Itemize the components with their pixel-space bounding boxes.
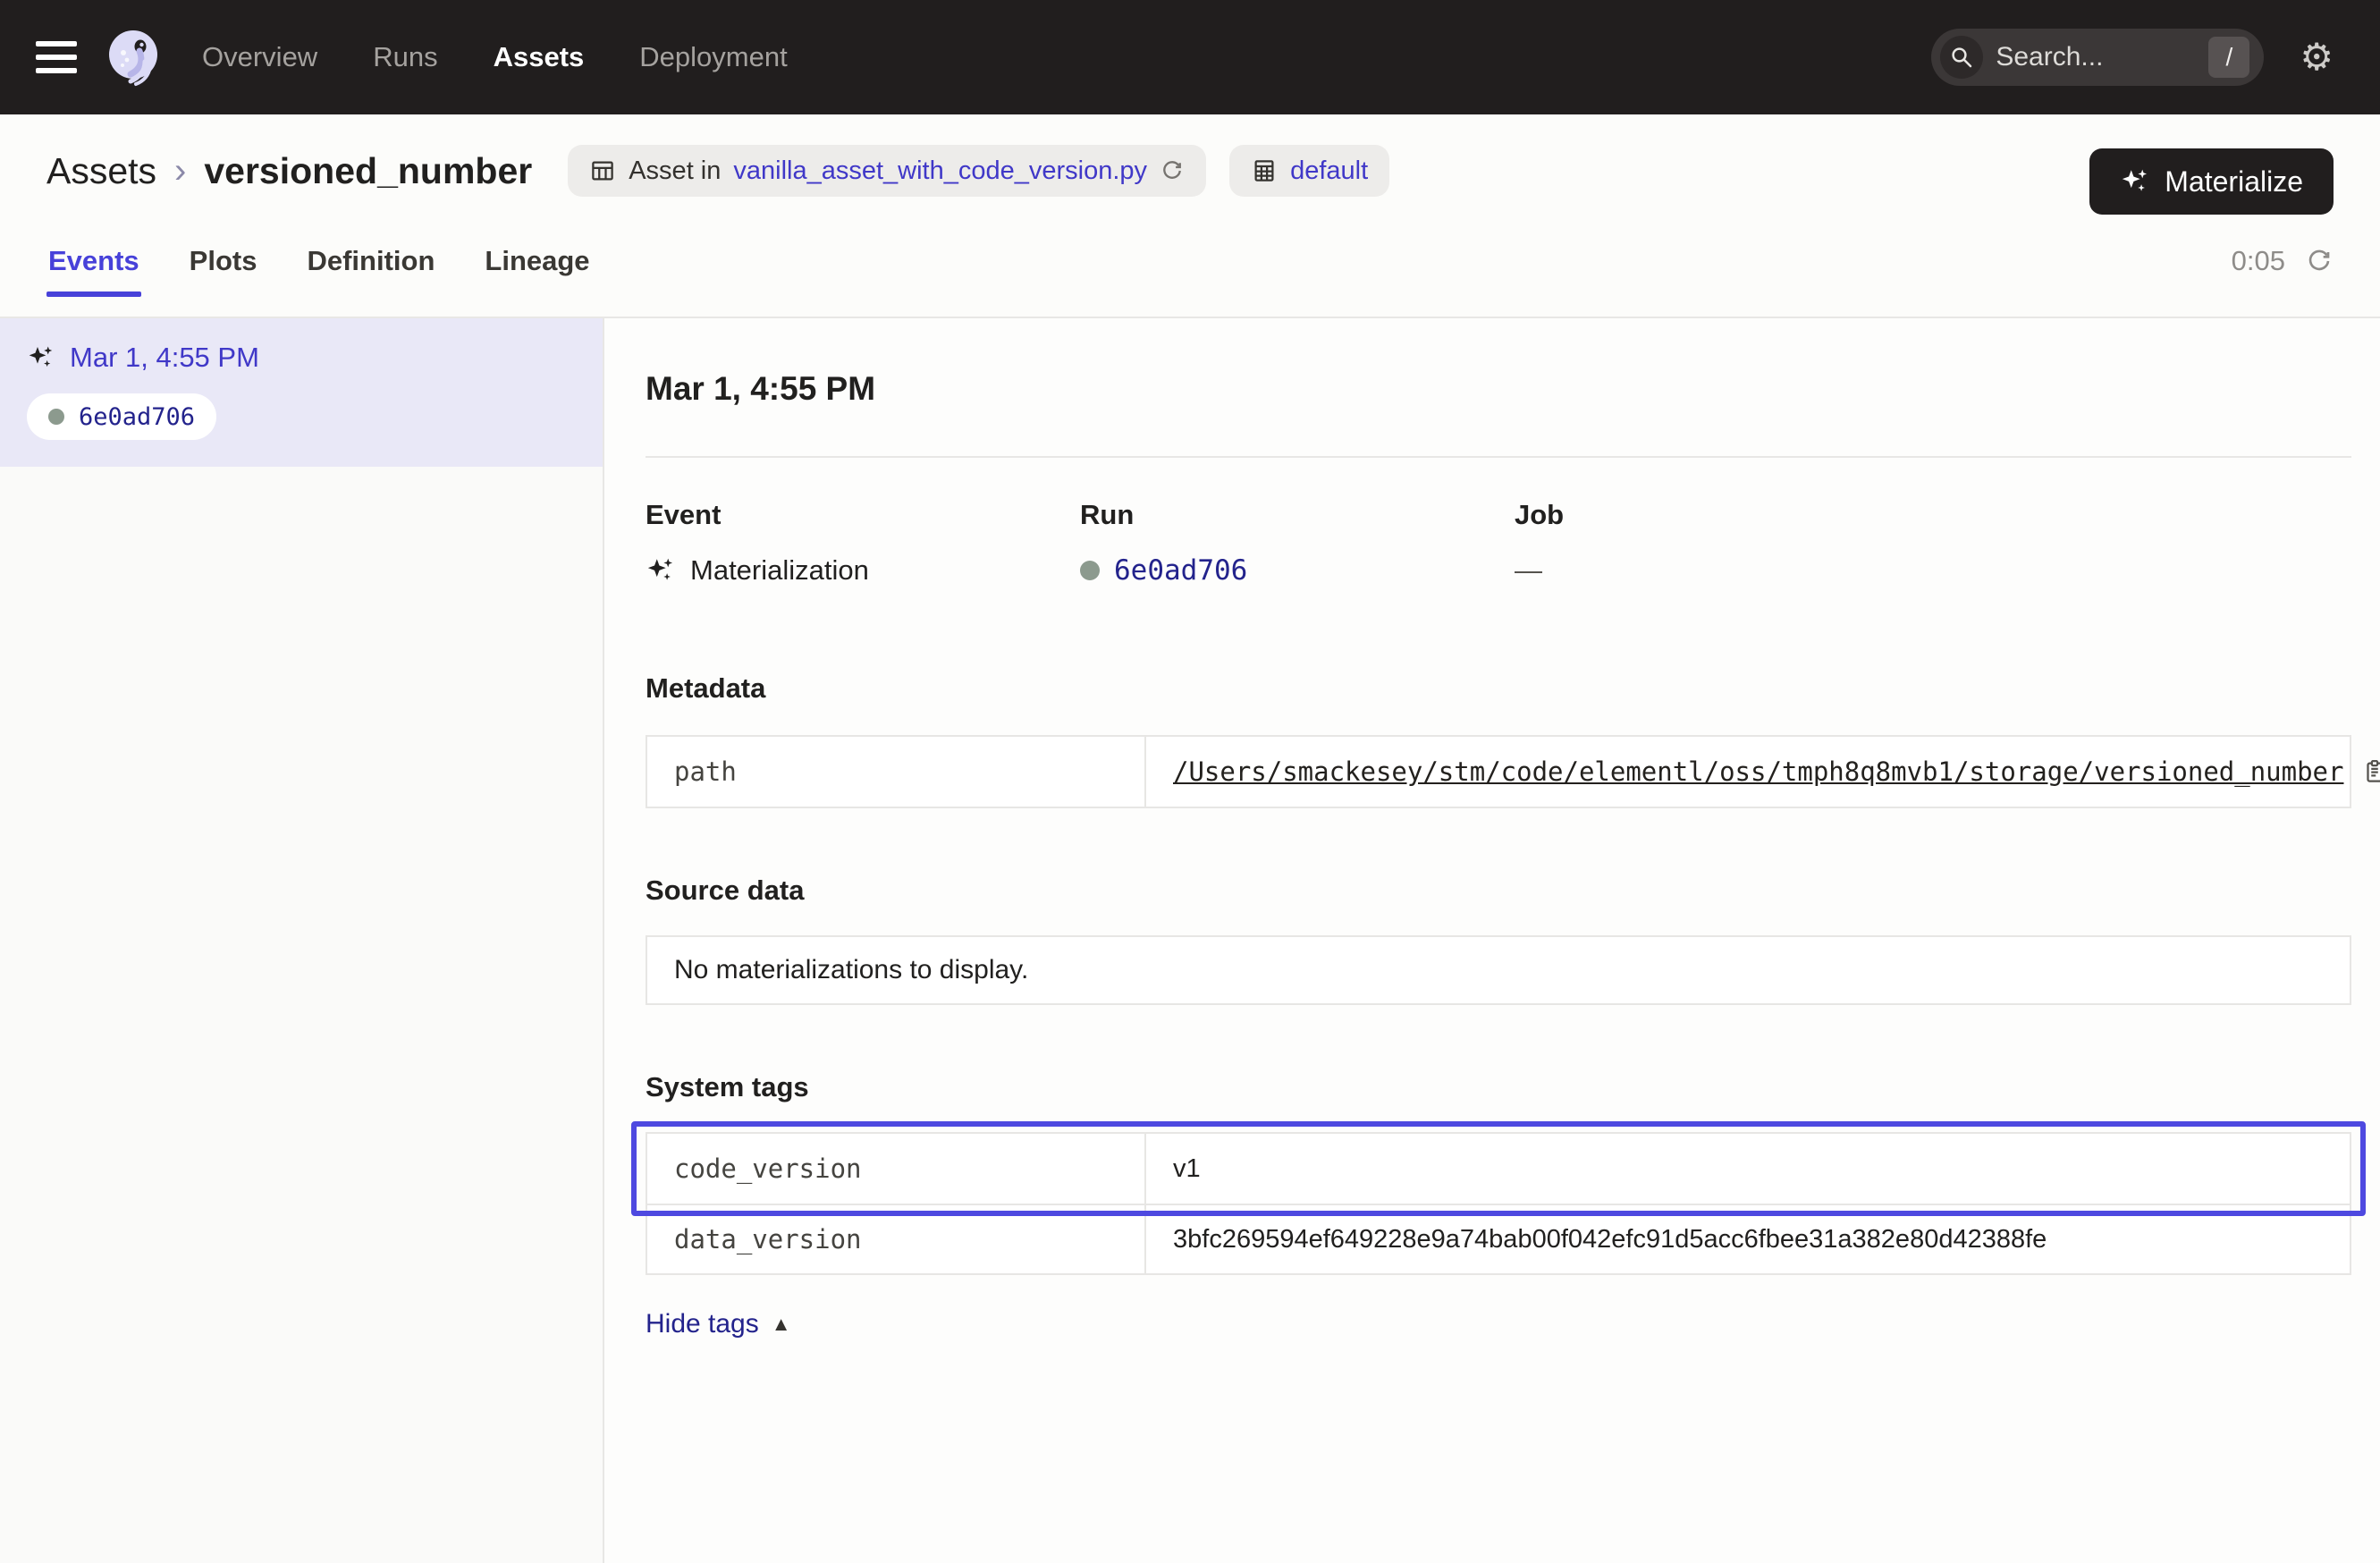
metadata-key: path <box>647 737 1146 807</box>
group-chip-label: default <box>1290 156 1368 186</box>
primary-nav: Overview Runs Assets Deployment <box>202 41 788 73</box>
breadcrumb: Assets › versioned_number <box>46 150 532 192</box>
divider <box>646 456 2351 458</box>
chevron-right-icon: › <box>174 151 186 191</box>
top-nav-bar: Overview Runs Assets Deployment / ⚙ <box>0 0 2380 114</box>
materialize-button-label: Materialize <box>2165 165 2303 199</box>
table-row-code-version: code_version v1 <box>647 1134 2350 1204</box>
run-id-link[interactable]: 6e0ad706 <box>1114 554 1247 587</box>
run-status-dot <box>48 409 64 425</box>
tab-lineage[interactable]: Lineage <box>483 227 591 295</box>
group-chip[interactable]: default <box>1229 145 1389 197</box>
tag-value: 3bfc269594ef649228e9a74bab00f042efc91d5a… <box>1173 1225 2047 1255</box>
event-list-item-selected[interactable]: Mar 1, 4:55 PM 6e0ad706 <box>0 318 603 467</box>
asset-file-link[interactable]: vanilla_asset_with_code_version.py <box>733 156 1147 186</box>
materialization-sparkle-icon <box>646 555 676 586</box>
metadata-title: Metadata <box>646 672 2351 705</box>
metadata-table: path /Users/smackesey/stm/code/elementl/… <box>646 735 2351 808</box>
system-tags-table: code_version v1 data_version 3bfc269594e… <box>646 1132 2351 1275</box>
search-shortcut-badge: / <box>2208 37 2249 78</box>
metadata-section: Metadata path /Users/smackesey/stm/code/… <box>646 672 2351 808</box>
nav-item-runs[interactable]: Runs <box>373 41 437 73</box>
sparkle-icon <box>2120 166 2150 197</box>
table-end-cell <box>2303 1205 2350 1273</box>
table-row: path /Users/smackesey/stm/code/elementl/… <box>647 737 2350 807</box>
tab-definition[interactable]: Definition <box>305 227 436 295</box>
job-empty-value: — <box>1515 554 1542 587</box>
tag-key: code_version <box>647 1134 1146 1204</box>
copy-to-clipboard-icon[interactable] <box>2361 758 2380 785</box>
asset-header: Assets › versioned_number Asset in vanil… <box>0 114 2380 318</box>
hamburger-menu-icon[interactable] <box>36 41 77 73</box>
table-grid-icon <box>589 157 616 184</box>
event-column-label: Event <box>646 499 1080 531</box>
event-list-sidebar: Mar 1, 4:55 PM 6e0ad706 <box>0 318 604 1563</box>
nav-item-overview[interactable]: Overview <box>202 41 317 73</box>
asset-chip-prefix: Asset in <box>629 156 721 186</box>
table-row-data-version: data_version 3bfc269594ef649228e9a74bab0… <box>647 1204 2350 1273</box>
run-status-dot <box>1080 561 1100 580</box>
nav-item-deployment[interactable]: Deployment <box>639 41 787 73</box>
job-column-label: Job <box>1515 499 2351 531</box>
refresh-countdown: 0:05 <box>2232 245 2285 277</box>
tab-events[interactable]: Events <box>46 227 141 295</box>
tag-key: data_version <box>647 1205 1146 1273</box>
source-data-empty-message: No materializations to display. <box>646 935 2351 1005</box>
caret-up-icon: ▲ <box>772 1313 791 1336</box>
breadcrumb-assets-link[interactable]: Assets <box>46 150 156 192</box>
search-box[interactable]: / <box>1931 29 2264 86</box>
group-grid-icon <box>1251 157 1278 184</box>
source-data-section: Source data No materializations to displ… <box>646 874 2351 1005</box>
search-input[interactable] <box>1996 42 2208 72</box>
run-id-badge-label: 6e0ad706 <box>79 403 195 431</box>
tag-value: v1 <box>1173 1154 1201 1184</box>
event-timestamp: Mar 1, 4:55 PM <box>70 342 259 374</box>
system-tags-title: System tags <box>646 1071 2351 1103</box>
job-column: Job — <box>1515 499 2351 587</box>
refresh-icon[interactable] <box>2305 247 2334 275</box>
event-detail-heading: Mar 1, 4:55 PM <box>646 370 2351 408</box>
search-icon <box>1940 36 1983 79</box>
run-column: Run 6e0ad706 <box>1080 499 1515 587</box>
event-type-value: Materialization <box>690 554 869 587</box>
metadata-path-link[interactable]: /Users/smackesey/stm/code/elementl/oss/t… <box>1173 756 2343 787</box>
asset-tabs: Events Plots Definition Lineage <box>46 227 592 295</box>
tab-plots[interactable]: Plots <box>188 227 259 295</box>
empty-message-text: No materializations to display. <box>674 955 1028 985</box>
hide-tags-toggle[interactable]: Hide tags ▲ <box>646 1309 791 1339</box>
gear-icon[interactable]: ⚙ <box>2300 38 2334 76</box>
reload-definition-icon[interactable] <box>1160 158 1185 183</box>
event-detail-pane: Mar 1, 4:55 PM Event Materialization <box>604 318 2380 1563</box>
table-end-cell <box>2303 1134 2350 1204</box>
nav-item-assets[interactable]: Assets <box>494 41 585 73</box>
materialization-sparkle-icon <box>27 343 55 372</box>
page-title: versioned_number <box>204 150 532 192</box>
materialize-button[interactable]: Materialize <box>2089 148 2334 215</box>
hide-tags-label: Hide tags <box>646 1309 759 1339</box>
source-data-title: Source data <box>646 874 2351 907</box>
system-tags-section: System tags code_version v1 data_version… <box>646 1071 2351 1339</box>
event-column: Event Materialization <box>646 499 1080 587</box>
dagster-logo-icon[interactable] <box>104 28 163 87</box>
event-summary: Event Materialization Run 6 <box>646 499 2351 587</box>
run-id-badge[interactable]: 6e0ad706 <box>27 393 216 440</box>
run-column-label: Run <box>1080 499 1515 531</box>
asset-definition-chip[interactable]: Asset in vanilla_asset_with_code_version… <box>568 145 1206 197</box>
